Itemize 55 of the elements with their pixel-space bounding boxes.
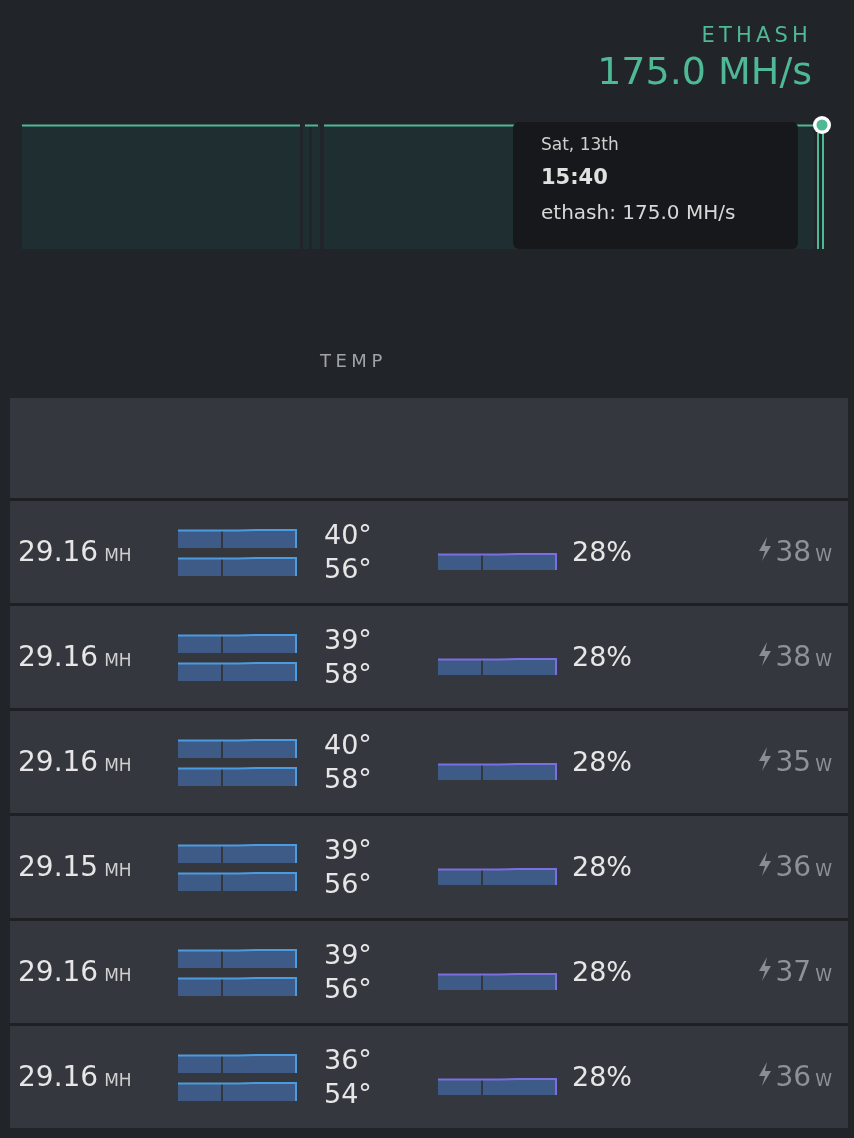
power-draw: 36 [775,1059,812,1095]
hashrate-unit: MH [104,754,132,777]
power-unit: W [815,964,832,987]
core-temperature: 39° [324,623,373,657]
tooltip-date: Sat, 13th [541,133,620,156]
lightning-icon [757,537,772,561]
fan-speed: 28% [572,954,633,989]
power-draw: 37 [775,954,812,990]
chart-cursor[interactable] [813,116,831,250]
power-unit: W [815,859,832,882]
lightning-icon [757,852,772,876]
gpu-hashrate: 29.16 [18,639,99,675]
column-heading: TEMP [320,349,387,373]
power-unit: W [815,754,832,777]
fan-speed: 28% [572,639,633,674]
tooltip-time: 15:40 [541,164,609,191]
core-temperature: 40° [324,728,373,762]
gpu-hashrate: 29.16 [18,954,99,990]
core-temperature: 40° [324,518,373,552]
fan-speed: 28% [572,744,633,779]
gpu-hashrate: 29.15 [18,849,99,885]
hashrate-unit: MH [104,1069,132,1092]
hashrate-unit: MH [104,859,132,882]
gpu-hashrate: 29.16 [18,534,99,570]
algorithm-label: ETHASH [701,22,812,48]
gpu-hashrate: 29.16 [18,1059,99,1095]
fan-speed: 28% [572,1059,633,1094]
fan-speed: 28% [572,849,633,884]
core-temperature: 36° [324,1043,373,1077]
tooltip-value: ethash: 175.0 MH/s [541,199,737,226]
core-temperature: 39° [324,938,373,972]
power-unit: W [815,544,832,567]
lightning-icon [757,1062,772,1086]
memory-temperature: 54° [324,1077,373,1111]
gpu-hashrate: 29.16 [18,744,99,780]
lightning-icon [757,747,772,771]
power-draw: 38 [775,534,812,570]
memory-temperature: 56° [324,972,373,1006]
power-unit: W [815,649,832,672]
hashrate-unit: MH [104,964,132,987]
fan-speed: 28% [572,534,633,569]
memory-temperature: 56° [324,552,373,586]
memory-temperature: 58° [324,657,373,691]
power-unit: W [815,1069,832,1092]
total-hashrate: 175.0 MH/s [597,48,812,94]
power-draw: 38 [775,639,812,675]
core-temperature: 39° [324,833,373,867]
memory-temperature: 56° [324,867,373,901]
hashrate-unit: MH [104,544,132,567]
power-draw: 35 [775,744,812,780]
hashrate-unit: MH [104,649,132,672]
lightning-icon [757,957,772,981]
lightning-icon [757,642,772,666]
power-draw: 36 [775,849,812,885]
memory-temperature: 58° [324,762,373,796]
